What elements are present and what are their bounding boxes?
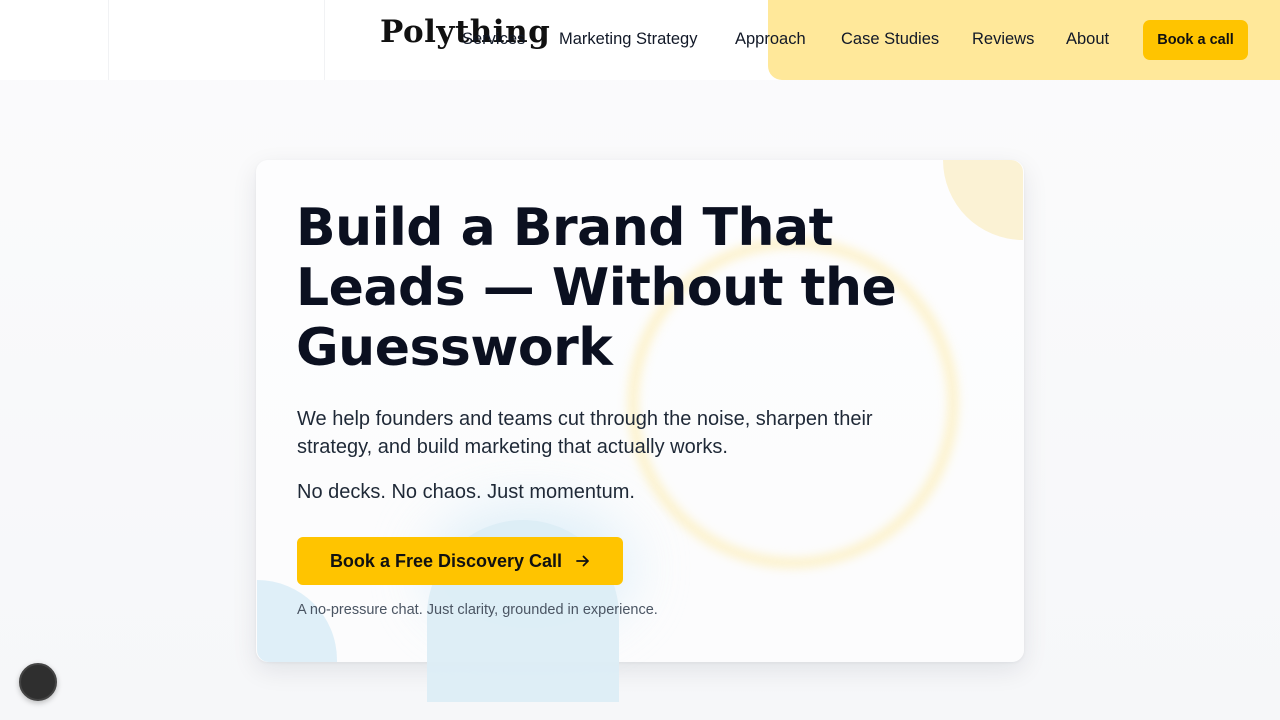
discovery-call-button[interactable]: Book a Free Discovery Call (297, 537, 623, 585)
hero-subtitle: We help founders and teams cut through t… (297, 408, 873, 458)
hero-note: A no-pressure chat. Just clarity, ground… (297, 602, 658, 618)
nav-link-services[interactable]: Services (462, 30, 525, 49)
site-header: Polything Services Marketing Strategy Ap… (0, 0, 1280, 80)
chat-bubble-icon[interactable] (19, 663, 57, 701)
nav-link-approach[interactable]: Approach (735, 30, 806, 49)
book-call-button[interactable]: Book a call (1143, 20, 1248, 60)
hero-title: Build a Brand That Leads — Without the G… (296, 198, 897, 378)
nav-link-case-studies[interactable]: Case Studies (841, 30, 939, 49)
hero-tagline: No decks. No chaos. Just momentum. (297, 481, 635, 503)
nav-link-about[interactable]: About (1066, 30, 1109, 49)
discovery-call-label: Book a Free Discovery Call (329, 550, 563, 571)
arrow-right-icon (576, 555, 589, 567)
nav-link-reviews[interactable]: Reviews (972, 30, 1034, 49)
main-nav: Services Marketing Strategy Approach Cas… (0, 0, 1280, 80)
nav-link-marketing-strategy[interactable]: Marketing Strategy (559, 30, 697, 49)
landing-page: Polything Services Marketing Strategy Ap… (0, 0, 1280, 720)
